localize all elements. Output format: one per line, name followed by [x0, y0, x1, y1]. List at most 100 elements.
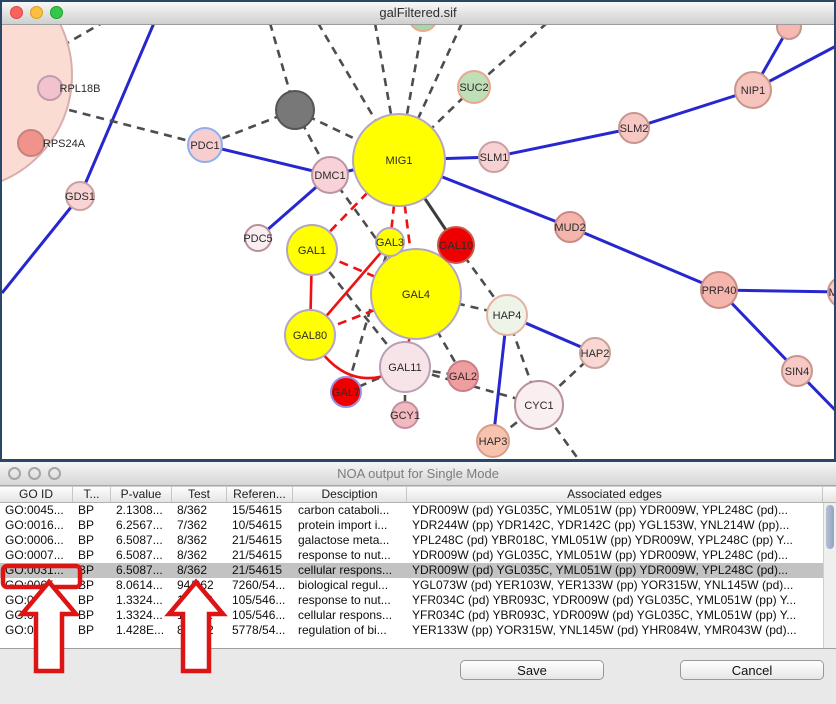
- graph-node[interactable]: [777, 25, 801, 39]
- table-cell[interactable]: response to nut...: [293, 593, 407, 608]
- table-cell[interactable]: carbon cataboli...: [293, 503, 407, 518]
- table-cell[interactable]: GO:0006...: [0, 533, 73, 548]
- table-cell[interactable]: 7/362: [172, 518, 227, 533]
- table-cell[interactable]: YFR034C (pd) YBR093C, YDR009W (pd) YGL03…: [407, 608, 823, 623]
- table-cell[interactable]: 1.3324...: [111, 593, 172, 608]
- table-cell[interactable]: cellular respons...: [293, 563, 407, 578]
- table-cell[interactable]: GO:0031...: [0, 563, 73, 578]
- table-cell[interactable]: 6.5087...: [111, 533, 172, 548]
- graph-node-label: MSL1: [829, 287, 834, 299]
- table-cell[interactable]: 6.5087...: [111, 548, 172, 563]
- table-cell[interactable]: 8/362: [172, 548, 227, 563]
- table-cell[interactable]: YDR009W (pd) YGL035C, YML051W (pp) YDR00…: [407, 503, 823, 518]
- table-cell[interactable]: YFR034C (pd) YBR093C, YDR009W (pd) YGL03…: [407, 593, 823, 608]
- table-cell[interactable]: 21/54615: [227, 548, 293, 563]
- table-cell[interactable]: YDR244W (pp) YDR142C, YDR142C (pp) YGL15…: [407, 518, 823, 533]
- table-row[interactable]: GO:0031...BP1.3324...11/362105/546...cel…: [0, 608, 836, 623]
- table-cell[interactable]: 15/54615: [227, 503, 293, 518]
- table-row[interactable]: GO:0045...BP2.1308...8/36215/54615carbon…: [0, 503, 836, 518]
- graph-node-label: GAL1: [298, 245, 326, 257]
- table-cell[interactable]: BP: [73, 518, 111, 533]
- noa-window-titlebar[interactable]: NOA output for Single Mode: [0, 462, 836, 486]
- table-cell[interactable]: YPL248C (pd) YBR018C, YML051W (pp) YDR00…: [407, 533, 823, 548]
- table-cell[interactable]: BP: [73, 578, 111, 593]
- table-cell[interactable]: 6.5087...: [111, 563, 172, 578]
- table-cell[interactable]: GO:0045...: [0, 503, 73, 518]
- table-cell[interactable]: biological regul...: [293, 578, 407, 593]
- graph-node-label: SUC2: [459, 82, 488, 94]
- table-cell[interactable]: 94/362: [172, 578, 227, 593]
- table-cell[interactable]: 105/546...: [227, 608, 293, 623]
- table-cell[interactable]: 8/362: [172, 503, 227, 518]
- table-cell[interactable]: protein import i...: [293, 518, 407, 533]
- table-cell[interactable]: BP: [73, 503, 111, 518]
- network-canvas[interactable]: RPL18BRPS24AGDS1PDC1MIG1SUC2SLM1SLM2NIP1…: [2, 25, 834, 459]
- table-cell[interactable]: YDR009W (pd) YGL035C, YML051W (pp) YDR00…: [407, 563, 823, 578]
- table-cell[interactable]: regulation of bi...: [293, 623, 407, 638]
- table-cell[interactable]: BP: [73, 533, 111, 548]
- graph-node-RPL18B[interactable]: [38, 76, 62, 100]
- table-cell[interactable]: 1.428E...: [111, 623, 172, 638]
- table-cell[interactable]: 11/362: [172, 593, 227, 608]
- table-row[interactable]: GO:0006...BP6.5087...8/36221/54615galact…: [0, 533, 836, 548]
- vertical-scrollbar[interactable]: [823, 503, 836, 648]
- column-header-test[interactable]: Test: [172, 487, 227, 502]
- table-cell[interactable]: BP: [73, 593, 111, 608]
- table-cell[interactable]: galactose meta...: [293, 533, 407, 548]
- table-cell[interactable]: 7260/54...: [227, 578, 293, 593]
- table-row[interactable]: GO:0031...BP1.3324...11/362105/546...res…: [0, 593, 836, 608]
- table-cell[interactable]: 8/362: [172, 533, 227, 548]
- table-row[interactable]: GO:0031...BP6.5087...8/36221/54615cellul…: [0, 563, 836, 578]
- table-cell[interactable]: 10/54615: [227, 518, 293, 533]
- table-row[interactable]: GO:0065...BP8.0614...94/3627260/54...bio…: [0, 578, 836, 593]
- save-button[interactable]: Save: [460, 660, 604, 680]
- graph-node[interactable]: [2, 25, 72, 190]
- vertical-scrollbar-thumb[interactable]: [826, 505, 834, 549]
- table-cell[interactable]: 2.1308...: [111, 503, 172, 518]
- table-cell[interactable]: 105/546...: [227, 593, 293, 608]
- table-cell[interactable]: 11/362: [172, 608, 227, 623]
- graph-node[interactable]: [409, 25, 437, 31]
- column-header-associatededges[interactable]: Associated edges: [407, 487, 823, 502]
- table-cell[interactable]: GO:0007...: [0, 548, 73, 563]
- table-cell[interactable]: 21/54615: [227, 533, 293, 548]
- table-cell[interactable]: 1.3324...: [111, 608, 172, 623]
- table-cell[interactable]: 5778/54...: [227, 623, 293, 638]
- graph-node-label: GAL10: [439, 240, 473, 252]
- table-cell[interactable]: YGL073W (pd) YER103W, YER133W (pp) YOR31…: [407, 578, 823, 593]
- table-cell[interactable]: BP: [73, 548, 111, 563]
- table-cell[interactable]: BP: [73, 608, 111, 623]
- graph-node-label: MIG1: [386, 155, 413, 167]
- table-cell[interactable]: GO:0050...: [0, 623, 73, 638]
- graph-node-label: RPS24A: [43, 138, 86, 150]
- table-cell[interactable]: GO:0016...: [0, 518, 73, 533]
- table-cell[interactable]: 8/362: [172, 563, 227, 578]
- column-header-goid[interactable]: GO ID: [0, 487, 73, 502]
- table-cell[interactable]: GO:0031...: [0, 608, 73, 623]
- graph-node[interactable]: [276, 91, 314, 129]
- table-row[interactable]: GO:0016...BP6.2567...7/36210/54615protei…: [0, 518, 836, 533]
- table-cell[interactable]: 6.2567...: [111, 518, 172, 533]
- table-cell[interactable]: BP: [73, 563, 111, 578]
- column-header-desciption[interactable]: Desciption: [293, 487, 407, 502]
- graph-node-RPS24A[interactable]: [18, 130, 44, 156]
- table-cell[interactable]: 8.0614...: [111, 578, 172, 593]
- window-title: galFiltered.sif: [2, 5, 834, 20]
- table-cell[interactable]: cellular respons...: [293, 608, 407, 623]
- cancel-button[interactable]: Cancel: [680, 660, 824, 680]
- column-header-pvalue[interactable]: P-value: [111, 487, 172, 502]
- column-header-t[interactable]: T...: [73, 487, 111, 502]
- table-cell[interactable]: YDR009W (pd) YGL035C, YML051W (pp) YDR00…: [407, 548, 823, 563]
- table-cell[interactable]: 21/54615: [227, 563, 293, 578]
- table-row[interactable]: GO:0050...BP1.428E...80/3625778/54...reg…: [0, 623, 836, 638]
- table-cell[interactable]: BP: [73, 623, 111, 638]
- table-cell[interactable]: 80/362: [172, 623, 227, 638]
- column-header-referen[interactable]: Referen...: [227, 487, 293, 502]
- table-cell[interactable]: GO:0065...: [0, 578, 73, 593]
- network-window-titlebar[interactable]: galFiltered.sif: [2, 2, 834, 25]
- table-row[interactable]: GO:0007...BP6.5087...8/36221/54615respon…: [0, 548, 836, 563]
- table-cell[interactable]: YER133W (pp) YOR315W, YNL145W (pd) YHR08…: [407, 623, 823, 638]
- table-body: GO:0045...BP2.1308...8/36215/54615carbon…: [0, 503, 836, 638]
- table-cell[interactable]: response to nut...: [293, 548, 407, 563]
- table-cell[interactable]: GO:0031...: [0, 593, 73, 608]
